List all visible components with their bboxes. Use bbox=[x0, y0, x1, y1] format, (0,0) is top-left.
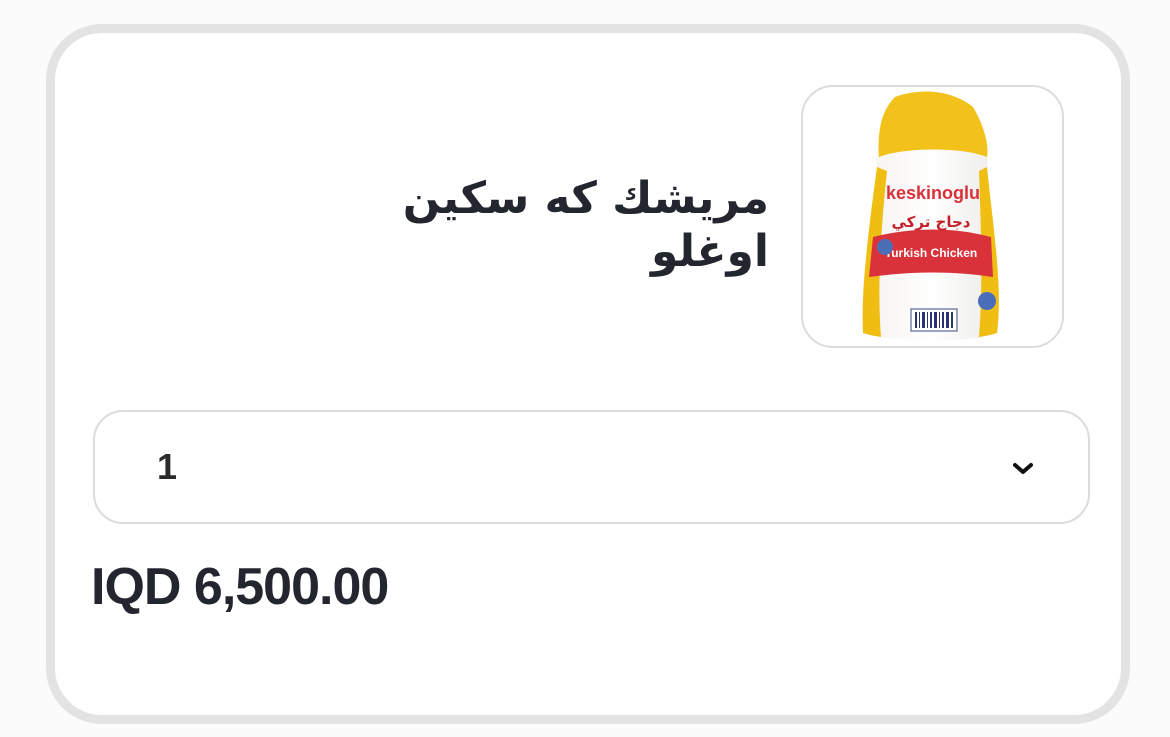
product-image[interactable]: keskinoglu دجاج تركي Turkish Chicken bbox=[801, 85, 1064, 348]
product-title[interactable]: مريشك كه سكين اوغلو bbox=[295, 173, 769, 279]
quantity-select[interactable]: 1 bbox=[93, 410, 1090, 524]
product-card: مريشك كه سكين اوغلو keskinoglu دجاج تركي bbox=[46, 24, 1130, 724]
chevron-down-icon[interactable] bbox=[1010, 456, 1036, 482]
product-price: IQD 6,500.00 bbox=[91, 558, 389, 616]
package-brand-text: keskinoglu bbox=[886, 183, 980, 203]
quantity-value: 1 bbox=[157, 446, 178, 487]
package-arabic-text: دجاج تركي bbox=[891, 213, 970, 231]
package-subtitle-text: Turkish Chicken bbox=[885, 246, 977, 260]
chicken-package-icon: keskinoglu دجاج تركي Turkish Chicken bbox=[862, 91, 999, 341]
